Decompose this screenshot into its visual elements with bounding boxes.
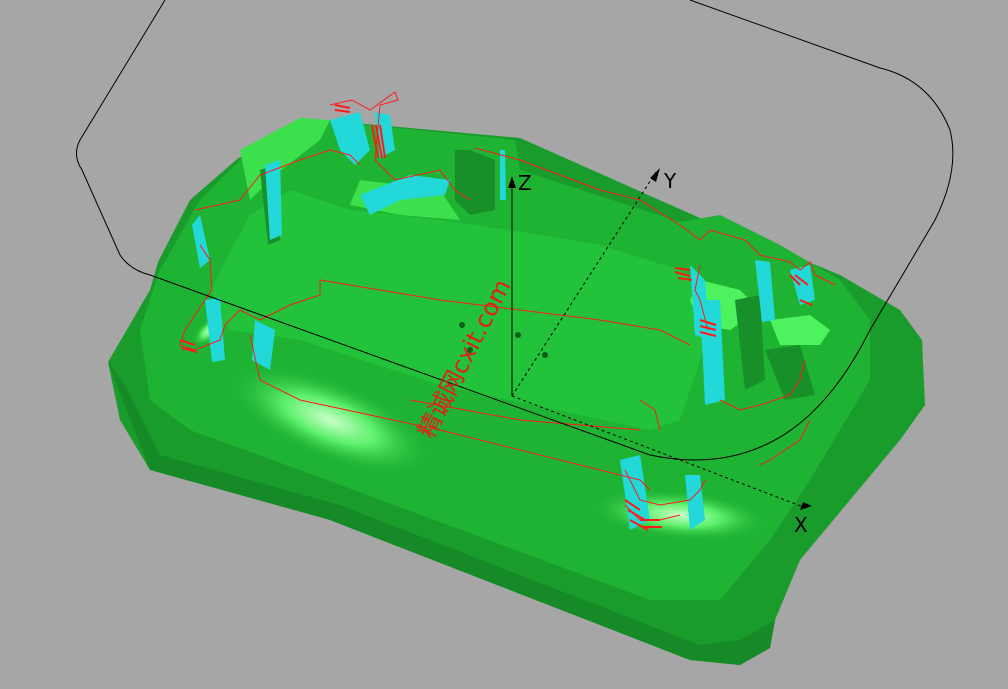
x-axis-label: X <box>794 513 808 537</box>
hole-3 <box>515 332 521 338</box>
z-axis-label: Z <box>518 171 532 195</box>
hole-4 <box>542 352 548 358</box>
viewport-canvas[interactable]: Z Y X 精诚网cxit.com <box>0 0 1008 689</box>
y-axis-label: Y <box>663 169 677 193</box>
cad-viewport[interactable]: Z Y X 精诚网cxit.com <box>0 0 1008 689</box>
inner-wall-center <box>455 150 495 215</box>
